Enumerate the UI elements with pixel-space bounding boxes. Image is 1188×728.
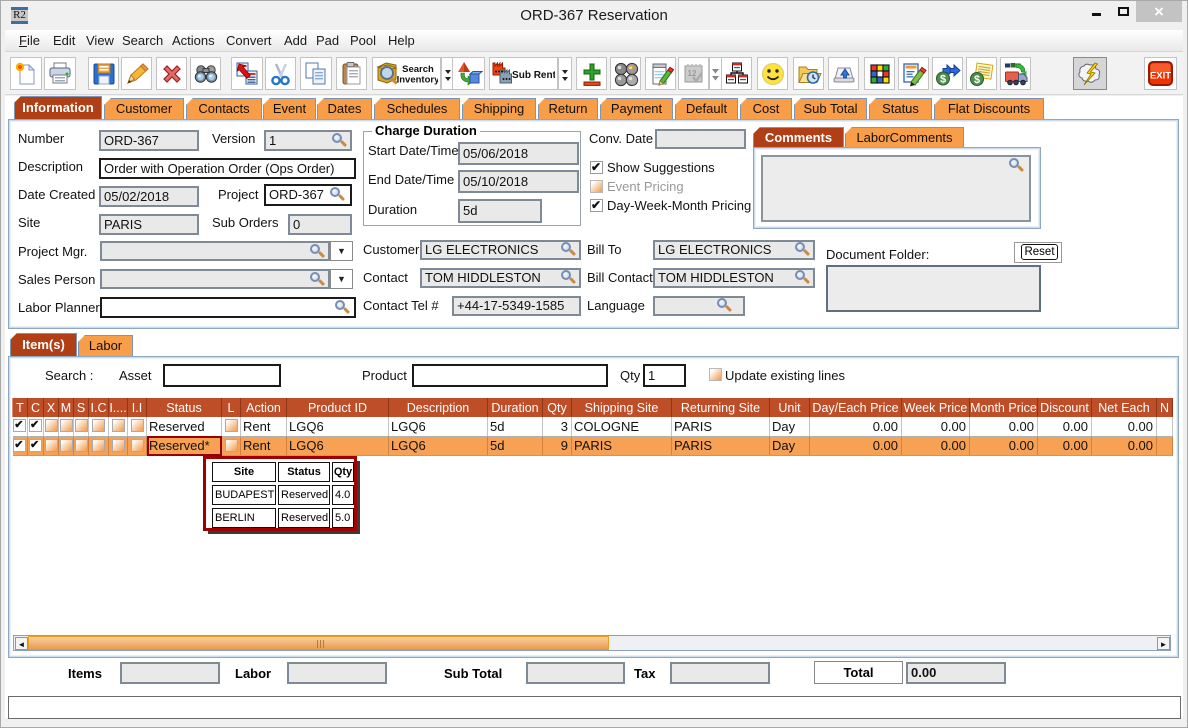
svg-text:Search: Search [402,64,434,75]
svg-text:12: 12 [687,69,696,78]
svg-text:Sub Rent: Sub Rent [512,70,555,81]
svg-text:$: $ [939,73,945,85]
svg-text:$: $ [973,74,979,86]
svg-text:Inventory: Inventory [397,74,438,85]
svg-text:?: ? [628,64,634,75]
svg-text:EXIT: EXIT [1150,71,1171,82]
